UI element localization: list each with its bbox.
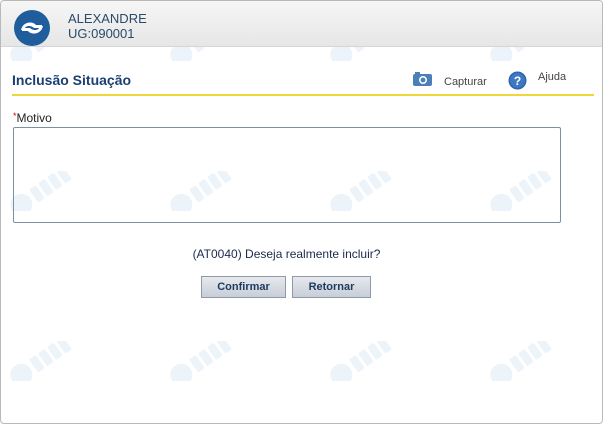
motivo-textarea[interactable]	[13, 127, 561, 223]
confirmation-message: (AT0040) Deseja realmente incluir?	[192, 247, 381, 261]
title-bar: Inclusão Situação Capturar ? Ajuda	[12, 67, 594, 96]
confirm-button[interactable]: Confirmar	[201, 276, 286, 298]
svg-text:?: ?	[514, 74, 521, 88]
watermark-logo-icon	[330, 341, 392, 381]
capture-link[interactable]: Capturar	[444, 76, 487, 88]
user-name: ALEXANDRE	[68, 11, 147, 26]
app-window: ALEXANDRE UG:090001 Inclusão Situação Ca…	[0, 0, 603, 424]
return-button[interactable]: Retornar	[292, 276, 371, 298]
watermark-logo-icon	[170, 341, 232, 381]
siafi-logo-icon	[14, 10, 50, 46]
motivo-label-text: Motivo	[16, 111, 52, 125]
watermark-logo-icon	[490, 341, 552, 381]
watermark-logo-icon	[10, 341, 72, 381]
user-ug: UG:090001	[68, 26, 135, 41]
motivo-label: *Motivo	[13, 111, 52, 125]
help-link[interactable]: Ajuda	[538, 71, 566, 83]
header: ALEXANDRE UG:090001	[1, 1, 602, 47]
page-title: Inclusão Situação	[12, 72, 132, 88]
camera-icon[interactable]	[412, 71, 433, 87]
help-icon[interactable]: ?	[508, 71, 527, 90]
